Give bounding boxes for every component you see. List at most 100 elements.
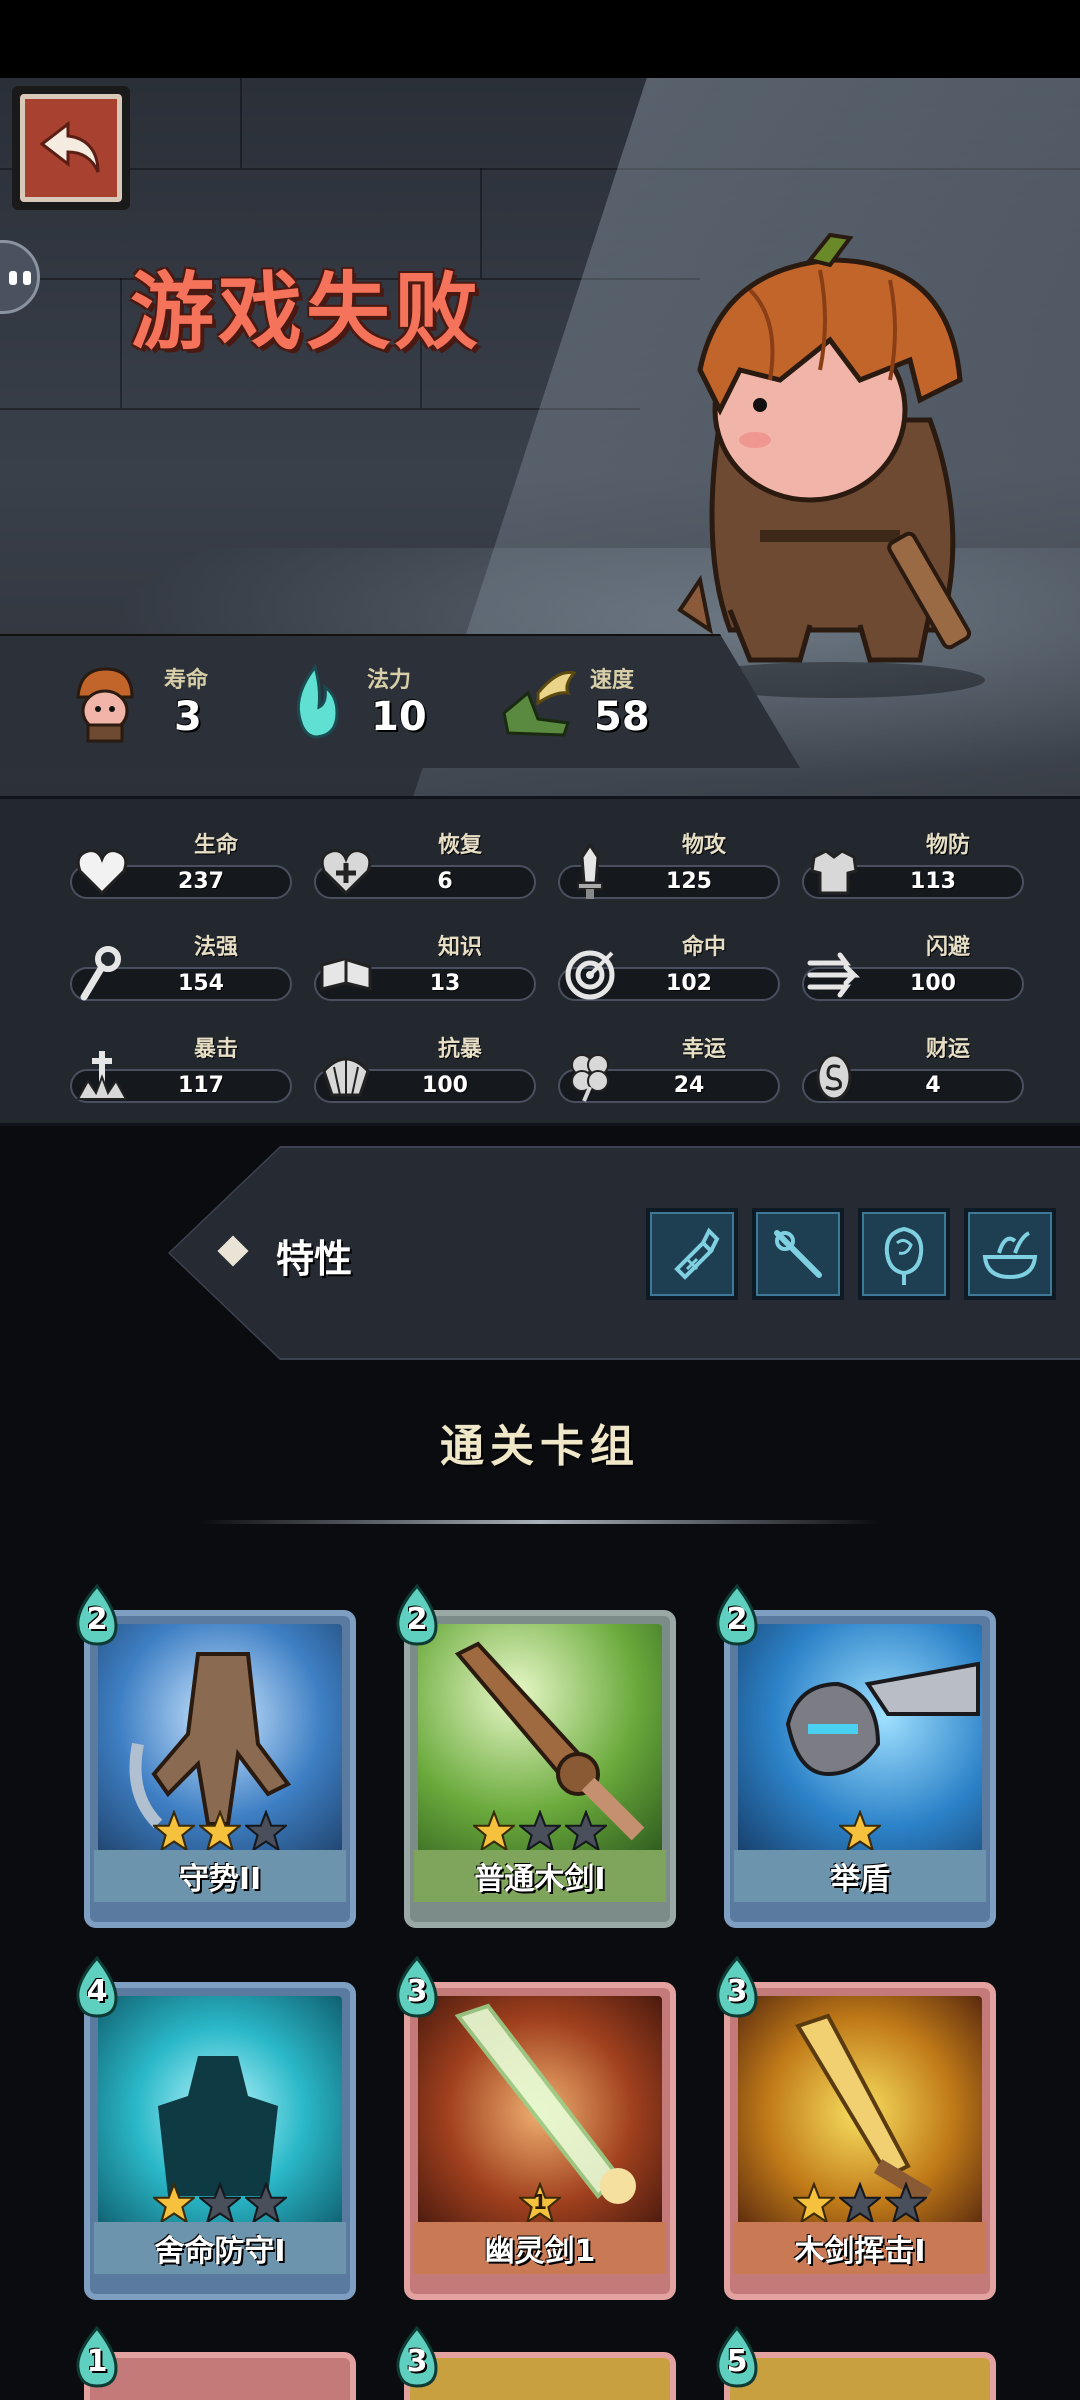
card-cost: 2 <box>86 1602 108 1637</box>
deck-card[interactable]: 举盾 2 <box>716 1583 996 1928</box>
card-cost-badge: 3 <box>710 1955 764 2018</box>
card-stars <box>84 2182 356 2224</box>
stat-knowledge: 知识 13 <box>314 921 536 1001</box>
trait-wand[interactable] <box>752 1208 844 1300</box>
deck-card-partial[interactable]: 3 <box>396 2325 676 2400</box>
card-stars <box>724 1810 996 1852</box>
card-cost: 1 <box>86 2344 108 2379</box>
summary-speed-value: 58 <box>594 694 650 740</box>
character-face-icon <box>76 667 134 743</box>
card-cost: 3 <box>726 1974 748 2009</box>
stat-critical-value: 117 <box>178 1073 224 1098</box>
stat-crit-resist-value: 100 <box>422 1073 468 1098</box>
deck-card[interactable]: 木剑挥击I 3 <box>716 1955 996 2300</box>
star-filled-icon <box>473 1810 515 1852</box>
bowl-trait-icon <box>982 1231 1038 1280</box>
card-name: 幽灵剑1 <box>414 2222 666 2274</box>
stat-dodge-label: 闪避 <box>925 935 970 960</box>
mana-flame-icon <box>296 663 339 739</box>
card-name: 守势II <box>94 1850 346 1902</box>
coin-icon <box>816 1053 852 1101</box>
card-cost-badge: 2 <box>70 1583 124 1646</box>
card-stars <box>404 1810 676 1852</box>
star-empty-icon <box>885 2182 927 2224</box>
star-filled-icon <box>793 2182 835 2224</box>
trait-rose[interactable] <box>858 1208 950 1300</box>
summary-lives-label: 寿命 <box>164 668 209 693</box>
stat-regen-value: 6 <box>437 869 453 894</box>
stat-physical-attack-label: 物攻 <box>681 833 726 858</box>
star-filled-icon <box>839 1810 881 1852</box>
sword-icon <box>577 843 603 899</box>
stat-physical-defense: 物防 113 <box>802 819 1024 899</box>
wand-trait-icon <box>774 1230 822 1278</box>
card-cost-badge: 5 <box>710 2325 764 2388</box>
card-name: 举盾 <box>734 1850 986 1902</box>
stat-accuracy-label: 命中 <box>681 935 726 960</box>
deck-card-partial[interactable]: 1 <box>76 2325 356 2400</box>
stat-physical-defense-value: 113 <box>910 869 956 894</box>
star-empty-icon <box>519 1810 561 1852</box>
card-stars <box>724 2182 996 2224</box>
summary-speed-label: 速度 <box>590 668 635 693</box>
stat-luck-label: 幸运 <box>681 1037 726 1062</box>
star-empty-icon <box>245 2182 287 2224</box>
stat-magic-power-value: 154 <box>178 971 224 996</box>
star-empty-icon <box>199 2182 241 2224</box>
stat-physical-attack: 物攻 125 <box>558 819 780 899</box>
star-empty-icon <box>565 1810 607 1852</box>
card-cost: 4 <box>86 1974 108 2009</box>
summary-mana-label: 法力 <box>367 668 412 693</box>
summary-lives-value: 3 <box>174 694 202 740</box>
clover-icon <box>571 1054 609 1102</box>
stat-knowledge-value: 13 <box>429 971 461 996</box>
game-over-title: 游戏失败 <box>130 263 483 361</box>
card-cost-badge: 2 <box>390 1583 444 1646</box>
traits-label: 特性 <box>276 1237 353 1281</box>
card-cost-badge: 2 <box>710 1583 764 1646</box>
card-name: 木剑挥击I <box>734 2222 986 2274</box>
card-cost: 5 <box>726 2344 748 2379</box>
deck-card-partial[interactable]: 5 <box>716 2325 996 2400</box>
back-button[interactable] <box>12 86 130 210</box>
summary-mana-value: 10 <box>371 694 427 740</box>
card-stars <box>84 1810 356 1852</box>
winged-boot-icon <box>502 670 577 737</box>
card-cost: 2 <box>726 1602 748 1637</box>
stat-accuracy: 命中 102 <box>558 921 780 1001</box>
deck-card[interactable]: 普通木剑I 2 <box>396 1583 676 1928</box>
stat-wealth-value: 4 <box>925 1073 941 1098</box>
deck-card[interactable]: 1 幽灵剑1 3 <box>396 1955 676 2300</box>
stat-dodge: 闪避 100 <box>802 921 1024 1001</box>
target-icon <box>565 950 615 1000</box>
card-cost-badge: 4 <box>70 1955 124 2018</box>
stat-regen: 恢复 6 <box>314 819 536 899</box>
stat-dodge-value: 100 <box>910 971 956 996</box>
hero-summary-strip: 寿命 3 法力 10 速度 58 <box>0 634 800 768</box>
stat-hp-label: 生命 <box>193 833 238 858</box>
stat-regen-label: 恢复 <box>437 833 482 858</box>
stat-magic-power: 法强 154 <box>70 921 292 1001</box>
stat-hp-value: 237 <box>178 869 224 894</box>
stat-luck: 幸运 24 <box>558 1023 780 1103</box>
deck-divider <box>200 1520 880 1524</box>
card-cost: 2 <box>406 1602 428 1637</box>
stat-hp: 生命 237 <box>70 819 292 899</box>
summary-speed: 速度 58 <box>498 658 678 748</box>
summary-lives: 寿命 3 <box>70 658 220 748</box>
stat-critical-label: 暴击 <box>193 1037 238 1062</box>
crit-icon <box>76 1051 128 1100</box>
star-filled-icon <box>153 2182 195 2224</box>
dodge-arrows-icon <box>807 952 861 998</box>
book-icon <box>320 957 372 991</box>
heart-icon <box>76 849 128 896</box>
deck-card[interactable]: 守势II 2 <box>76 1583 356 1928</box>
stat-physical-defense-label: 物防 <box>925 833 970 858</box>
trait-bowl[interactable] <box>964 1208 1056 1300</box>
deck-card[interactable]: 舍命防守I 4 <box>76 1955 356 2300</box>
trait-potion[interactable] <box>646 1208 738 1300</box>
card-name: 普通木剑I <box>414 1850 666 1902</box>
card-cost-badge: 3 <box>390 2325 444 2388</box>
star-filled-icon <box>199 1810 241 1852</box>
star-empty-icon <box>839 2182 881 2224</box>
